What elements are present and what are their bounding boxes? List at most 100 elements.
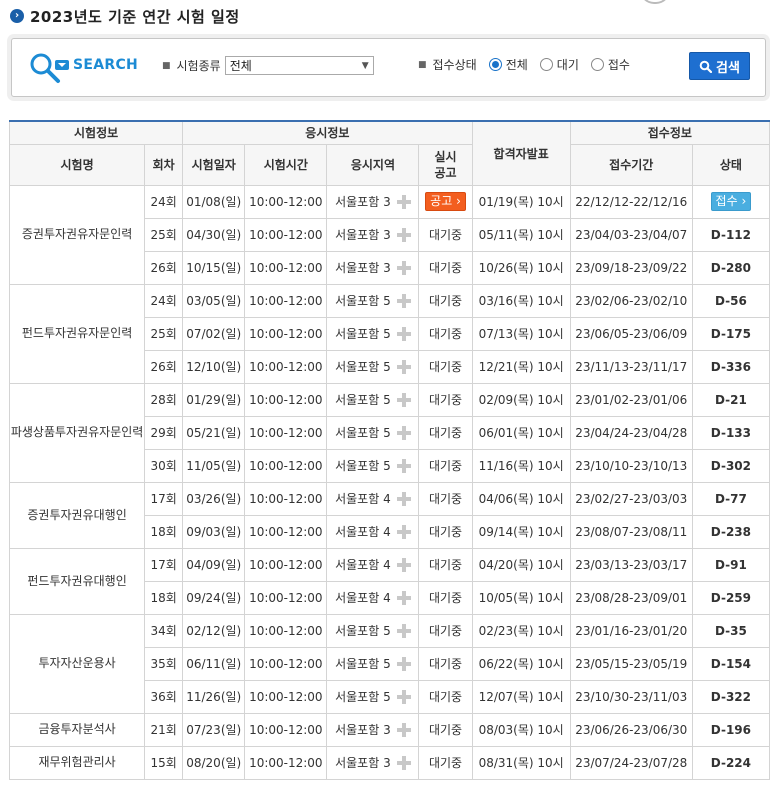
plus-icon[interactable] [396, 689, 411, 704]
region-group: 서울포함 5 [335, 457, 411, 474]
radio-wait[interactable] [539, 58, 553, 71]
plus-icon[interactable] [396, 557, 411, 572]
plus-icon[interactable] [396, 623, 411, 638]
round-cell: 30회 [144, 448, 184, 483]
plus-icon[interactable] [396, 656, 411, 671]
period-cell: 23/10/30-23/11/03 [569, 679, 693, 714]
period-cell: 23/09/18-23/09/22 [569, 250, 693, 285]
col-header-status: 상태 [691, 143, 771, 186]
plus-icon[interactable] [396, 590, 411, 605]
notice-cell: 대기중 [418, 250, 473, 285]
table-row: 투자자산운용사 34회 02/12(일) 10:00-12:00 서울포함 5 대기중 02… [8, 613, 771, 714]
plus-icon[interactable] [396, 524, 411, 539]
region-cell: 서울포함 3 [326, 184, 420, 219]
status-label: 접수상태 [432, 58, 477, 72]
period-cell: 23/08/07-23/08/11 [569, 514, 693, 549]
notice-cell: 대기중 [418, 514, 473, 549]
col-header-name: 시험명 [8, 143, 146, 186]
round-cell: 36회 [144, 679, 184, 714]
exam-type-select[interactable]: 전체 ▼ [224, 56, 374, 75]
notice-cell: 대기중 [418, 283, 473, 318]
notice-button[interactable]: 공고 › [425, 192, 466, 211]
apply-button-label: 접수 [715, 194, 738, 208]
round-cell: 25회 [144, 316, 184, 351]
bullet-icon: ■ [162, 60, 171, 71]
round-cell: 34회 [144, 613, 184, 648]
time-cell: 10:00-12:00 [244, 250, 328, 285]
region-text: 서울포함 3 [335, 723, 391, 737]
table-row: 재무위험관리사 15회 08/20(일) 10:00-12:00 서울포함 3 대기중 08… [8, 745, 771, 780]
notice-cell: 대기중 [418, 316, 473, 351]
period-cell: 23/10/10-23/10/13 [569, 448, 693, 483]
region-cell: 서울포함 4 [326, 580, 420, 615]
region-cell: 서울포함 4 [326, 547, 420, 582]
table-row: 증권투자권유자문인력 24회 01/08(일) 10:00-12:00 서울포함 3 공고… [8, 184, 771, 285]
region-text: 서울포함 5 [335, 459, 391, 473]
region-group: 서울포함 5 [335, 622, 411, 639]
time-cell: 10:00-12:00 [244, 316, 328, 351]
col-header-time: 시험시간 [244, 143, 328, 186]
notice-cell: 대기중 [418, 349, 473, 384]
notice-cell: 대기중 [418, 382, 473, 417]
radio-open[interactable] [590, 58, 604, 71]
col-header-result: 합격자발표 [471, 120, 571, 186]
search-panel: SEARCH ■ 시험종류 전체 ▼ ■ 접수상태 전체 대기 접수 검색 [11, 38, 766, 97]
dday-cell: D-35 [691, 613, 771, 648]
date-cell: 04/09(일) [182, 547, 246, 582]
time-cell: 10:00-12:00 [244, 217, 328, 252]
chevron-right-icon: › [456, 194, 461, 208]
search-button[interactable]: 검색 [689, 52, 750, 80]
plus-icon[interactable] [396, 458, 411, 473]
plus-icon[interactable] [396, 326, 411, 341]
plus-icon[interactable] [396, 392, 411, 407]
time-cell: 10:00-12:00 [244, 547, 328, 582]
plus-icon[interactable] [396, 359, 411, 374]
chevron-right-circle-icon: › [10, 9, 24, 23]
time-cell: 10:00-12:00 [244, 283, 328, 318]
date-cell: 01/29(일) [182, 382, 246, 417]
radio-all-label[interactable]: 전체 [506, 56, 528, 73]
region-group: 서울포함 3 [335, 259, 411, 276]
plus-icon[interactable] [396, 425, 411, 440]
plus-icon[interactable] [396, 260, 411, 275]
period-cell: 23/02/06-23/02/10 [569, 283, 693, 318]
plus-icon[interactable] [396, 722, 411, 737]
region-cell: 서울포함 5 [326, 613, 420, 648]
dday-cell: D-238 [691, 514, 771, 549]
round-cell: 28회 [144, 382, 184, 417]
table-row: 파생상품투자권유자문인력 28회 01/29(일) 10:00-12:00 서울포함 5… [8, 382, 771, 483]
plus-icon[interactable] [396, 194, 411, 209]
region-group: 서울포함 3 [335, 193, 411, 210]
date-cell: 08/20(일) [182, 745, 246, 780]
time-cell: 10:00-12:00 [244, 712, 328, 747]
region-group: 서울포함 4 [335, 523, 411, 540]
radio-all[interactable] [488, 58, 502, 71]
plus-icon[interactable] [396, 491, 411, 506]
dday-cell: D-175 [691, 316, 771, 351]
region-group: 서울포함 5 [335, 325, 411, 342]
region-group: 서울포함 3 [335, 226, 411, 243]
date-cell: 09/03(일) [182, 514, 246, 549]
region-cell: 서울포함 3 [326, 712, 420, 747]
region-text: 서울포함 5 [335, 657, 391, 671]
result-cell: 04/20(목) 10시 [471, 547, 571, 582]
plus-icon[interactable] [396, 755, 411, 770]
notice-cell: 대기중 [418, 646, 473, 681]
apply-button[interactable]: 접수 › [710, 192, 752, 211]
region-text: 서울포함 3 [335, 261, 391, 275]
region-group: 서울포함 5 [335, 424, 411, 441]
period-cell: 23/06/05-23/06/09 [569, 316, 693, 351]
region-cell: 서울포함 5 [326, 382, 420, 417]
round-cell: 24회 [144, 283, 184, 318]
radio-wait-label[interactable]: 대기 [557, 56, 579, 73]
round-cell: 26회 [144, 250, 184, 285]
time-cell: 10:00-12:00 [244, 481, 328, 516]
radio-open-label[interactable]: 접수 [608, 56, 630, 73]
notice-cell: 대기중 [418, 415, 473, 450]
group-header-test: 응시정보 [182, 120, 473, 145]
period-cell: 23/01/16-23/01/20 [569, 613, 693, 648]
round-cell: 17회 [144, 481, 184, 516]
period-cell: 23/11/13-23/11/17 [569, 349, 693, 384]
plus-icon[interactable] [396, 293, 411, 308]
plus-icon[interactable] [396, 227, 411, 242]
